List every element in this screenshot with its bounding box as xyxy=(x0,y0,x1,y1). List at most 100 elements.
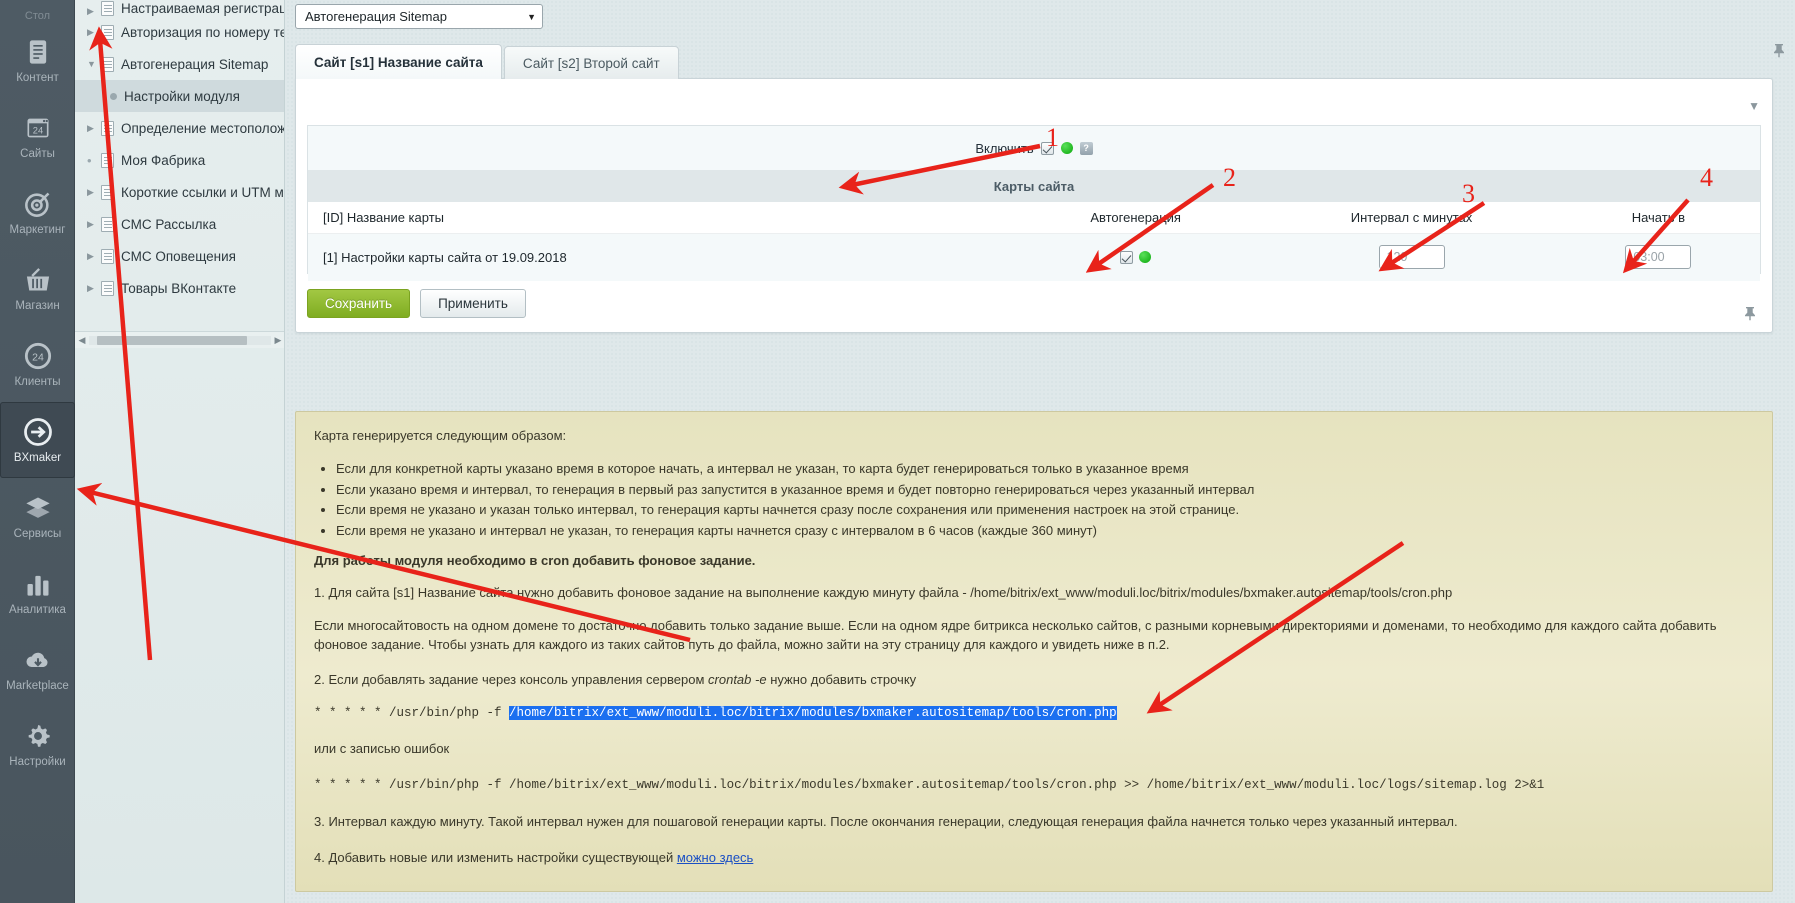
autogen-status-green xyxy=(1139,251,1151,263)
menu-item-short-links[interactable]: ▶ Короткие ссылки и UTM метки xyxy=(75,176,284,208)
tab-site-s2[interactable]: Сайт [s2] Второй сайт xyxy=(504,46,679,79)
table-row: [1] Настройки карты сайта от 19.09.2018 xyxy=(308,233,1760,281)
menu-item-label: Настраиваемая регистрация xyxy=(121,1,284,16)
cell-interval xyxy=(1266,233,1556,281)
menu-horizontal-scrollbar[interactable]: ◀ ▶ xyxy=(75,331,285,348)
table-section-title: Карты сайта xyxy=(308,170,1760,202)
menu-item-autositemap[interactable]: ▼ Автогенерация Sitemap xyxy=(75,48,284,80)
collapse-caret-icon[interactable]: ▼ xyxy=(1748,99,1760,113)
rail-item-bxmaker[interactable]: BXmaker xyxy=(0,402,75,478)
module-menu-panel: ▶ Настраиваемая регистрация ▶ Авторизаци… xyxy=(75,0,285,903)
autogen-checkbox[interactable] xyxy=(1120,251,1133,264)
menu-item-sms-notify[interactable]: ▶ СМС Оповещения xyxy=(75,240,284,272)
chevron-right-icon: ▶ xyxy=(87,7,101,16)
rail-item-label: Настройки xyxy=(9,757,65,769)
rail-item-services[interactable]: Сервисы xyxy=(0,478,75,554)
apply-button[interactable]: Применить xyxy=(420,289,526,318)
help-bullet: Если для конкретной карты указано время … xyxy=(336,460,1754,477)
rail-item-content[interactable]: Контент xyxy=(0,22,75,98)
sitemaps-table: Карты сайта [ID] Название карты Автогене… xyxy=(308,170,1760,281)
rail-item-label: Аналитика xyxy=(9,605,66,617)
rail-item-label: Сайты xyxy=(20,149,55,161)
rail-item-analytics[interactable]: Аналитика xyxy=(0,554,75,630)
cell-map-name: [1] Настройки карты сайта от 19.09.2018 xyxy=(308,233,1005,281)
help-bullet: Если указано время и интервал, то генера… xyxy=(336,481,1754,498)
menu-item-my-factory[interactable]: • Моя Фабрика xyxy=(75,144,284,176)
menu-item-label: Настройки модуля xyxy=(124,89,240,104)
cron-prefix: * * * * * /usr/bin/php -f xyxy=(314,706,509,720)
rail-item-label: Marketplace xyxy=(6,681,69,693)
menu-item-label: Товары ВКонтакте xyxy=(121,281,236,296)
rail-item-content[interactable]: Стол xyxy=(0,0,75,22)
help-step-2: 2. Если добавлять задание через консоль … xyxy=(314,671,1754,690)
document-icon xyxy=(101,25,114,40)
document-icon xyxy=(101,57,114,72)
scroll-right-icon[interactable]: ▶ xyxy=(271,335,285,346)
left-icon-rail: Стол Контент 24 Сайты Маркетинг Магазин … xyxy=(0,0,75,903)
th-map-name: [ID] Название карты xyxy=(308,202,1005,233)
scrollbar-track[interactable] xyxy=(89,336,271,345)
rail-clipped-label: Стол xyxy=(25,11,50,22)
enable-row: Включить ? xyxy=(308,126,1760,170)
help-step4-link[interactable]: можно здесь xyxy=(677,850,754,865)
sites-24-icon: 24 xyxy=(21,111,55,145)
tab-site-s1[interactable]: Сайт [s1] Название сайта xyxy=(295,44,502,79)
menu-item-label: Авторизация по номеру телефона xyxy=(121,25,285,40)
rail-item-sites[interactable]: 24 Сайты xyxy=(0,98,75,174)
help-bullet: Если время не указано и указан только ин… xyxy=(336,501,1754,518)
svg-text:24: 24 xyxy=(32,352,44,364)
rail-item-marketing[interactable]: Маркетинг xyxy=(0,174,75,250)
menu-item-registration[interactable]: ▶ Настраиваемая регистрация xyxy=(75,0,284,16)
table-column-header-row: [ID] Название карты Автогенерация Интерв… xyxy=(308,202,1760,233)
save-button[interactable]: Сохранить xyxy=(307,289,410,318)
help-step-4: 4. Добавить новые или изменить настройки… xyxy=(314,849,1754,868)
start-at-input[interactable] xyxy=(1625,245,1691,269)
rail-item-label: Магазин xyxy=(15,301,59,313)
enable-checkbox[interactable] xyxy=(1041,142,1054,155)
module-select-dropdown[interactable]: Автогенерация Sitemap ▼ xyxy=(295,4,543,29)
clients-24-icon: 24 xyxy=(21,339,55,373)
rail-item-settings[interactable]: Настройки xyxy=(0,706,75,782)
rail-item-label: Контент xyxy=(16,73,59,85)
bullet-icon: • xyxy=(87,154,101,167)
shop-basket-icon xyxy=(21,263,55,297)
scrollbar-thumb[interactable] xyxy=(97,336,247,345)
help-crontab-em: crontab -e xyxy=(708,672,767,687)
cell-autogen xyxy=(1005,233,1266,281)
help-cron-line-full: * * * * * /usr/bin/php -f /home/bitrix/e… xyxy=(314,776,1754,794)
document-icon xyxy=(101,281,114,296)
site-tabs: Сайт [s1] Название сайта Сайт [s2] Второ… xyxy=(295,45,681,79)
menu-item-vk-products[interactable]: ▶ Товары ВКонтакте xyxy=(75,272,284,304)
pin-icon-bottom[interactable] xyxy=(1744,306,1756,324)
chevron-right-icon: ▶ xyxy=(87,252,101,261)
marketing-target-icon xyxy=(21,187,55,221)
help-or-errors: или с записью ошибок xyxy=(314,740,1754,759)
cron-path-highlighted[interactable]: /home/bitrix/ext_www/moduli.loc/bitrix/m… xyxy=(509,706,1117,720)
module-menu-list: ▶ Настраиваемая регистрация ▶ Авторизаци… xyxy=(75,0,284,304)
bxmaker-arrow-icon xyxy=(21,415,55,449)
enable-label: Включить xyxy=(975,141,1033,156)
interval-input[interactable] xyxy=(1379,245,1445,269)
rail-item-label: BXmaker xyxy=(14,453,61,465)
document-icon xyxy=(101,249,114,264)
chevron-right-icon: ▶ xyxy=(87,124,101,133)
menu-item-geolocation[interactable]: ▶ Определение местоположения xyxy=(75,112,284,144)
menu-item-label: СМС Рассылка xyxy=(121,217,216,232)
rail-item-shop[interactable]: Магазин xyxy=(0,250,75,326)
th-start-at: Начать в xyxy=(1557,202,1760,233)
scroll-left-icon[interactable]: ◀ xyxy=(75,335,89,346)
document-icon xyxy=(101,153,114,168)
rail-item-marketplace[interactable]: Marketplace xyxy=(0,630,75,706)
menu-item-phone-auth[interactable]: ▶ Авторизация по номеру телефона xyxy=(75,16,284,48)
rail-item-clients[interactable]: 24 Клиенты xyxy=(0,326,75,402)
help-step2-suffix: нужно добавить строчку xyxy=(767,672,917,687)
chevron-right-icon: ▶ xyxy=(87,284,101,293)
menu-item-label: СМС Оповещения xyxy=(121,249,236,264)
help-badge-icon[interactable]: ? xyxy=(1080,142,1093,155)
content-icon xyxy=(21,35,55,69)
pin-icon-top[interactable] xyxy=(1773,43,1785,61)
menu-item-sms-mailing[interactable]: ▶ СМС Рассылка xyxy=(75,208,284,240)
menu-item-module-settings[interactable]: Настройки модуля xyxy=(75,80,284,112)
chevron-right-icon: ▶ xyxy=(87,28,101,37)
help-cron-line-selected: * * * * * /usr/bin/php -f /home/bitrix/e… xyxy=(314,704,1754,722)
